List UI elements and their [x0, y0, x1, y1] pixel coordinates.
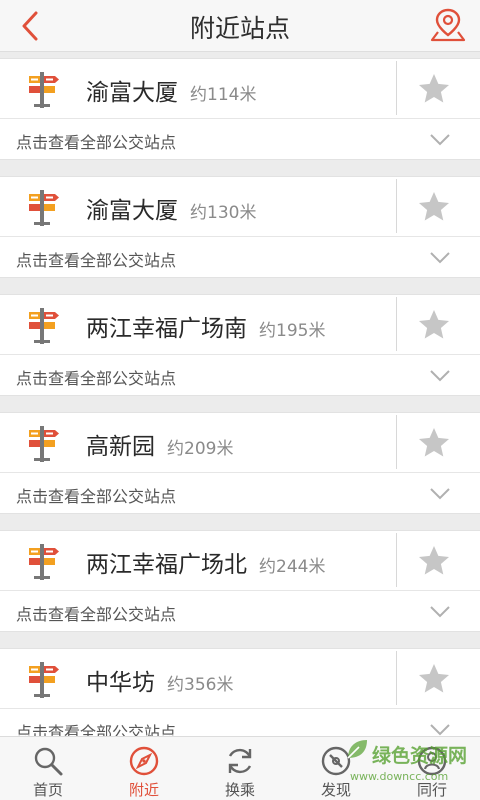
- bus-stop-sign-icon: [29, 544, 59, 580]
- stop-card: 两江幸福广场南 约195米点击查看全部公交站点: [0, 294, 480, 396]
- stop-card: 两江幸福广场北 约244米点击查看全部公交站点: [0, 530, 480, 632]
- view-all-stops-row[interactable]: 点击查看全部公交站点: [0, 237, 480, 277]
- stop-row[interactable]: 高新园 约209米: [0, 413, 480, 473]
- stop-name: 中华坊 约356米: [86, 670, 234, 696]
- stop-card: 渝富大厦 约114米点击查看全部公交站点: [0, 58, 480, 160]
- stop-name: 渝富大厦 约114米: [86, 80, 257, 106]
- leaf-icon: [347, 740, 367, 759]
- stop-row[interactable]: 渝富大厦 约130米: [0, 177, 480, 237]
- stop-distance: 约356米: [167, 675, 234, 695]
- tab-compass[interactable]: 附近: [96, 737, 192, 800]
- tab-refresh[interactable]: 换乘: [192, 737, 288, 800]
- header-bar: 附近站点: [0, 0, 480, 52]
- view-all-stops-row[interactable]: 点击查看全部公交站点: [0, 709, 480, 736]
- stop-row[interactable]: 中华坊 约356米: [0, 649, 480, 709]
- view-all-stops-row[interactable]: 点击查看全部公交站点: [0, 119, 480, 159]
- stop-card: 高新园 约209米点击查看全部公交站点: [0, 412, 480, 514]
- star-icon[interactable]: [416, 189, 452, 225]
- chevron-down-icon[interactable]: [428, 129, 452, 149]
- view-all-stops-label: 点击查看全部公交站点: [16, 487, 177, 506]
- chevron-down-icon[interactable]: [428, 483, 452, 503]
- stop-name: 渝富大厦 约130米: [86, 198, 257, 224]
- tab-label: 附近: [128, 781, 159, 799]
- stop-name: 两江幸福广场北 约244米: [86, 552, 326, 578]
- star-icon[interactable]: [416, 425, 452, 461]
- bus-stop-sign-icon: [29, 190, 59, 226]
- tab-label: 换乘: [224, 781, 255, 799]
- stop-row[interactable]: 渝富大厦 约114米: [0, 59, 480, 119]
- compass-icon: [129, 746, 159, 776]
- star-icon[interactable]: [416, 71, 452, 107]
- chevron-down-icon[interactable]: [428, 719, 452, 736]
- view-all-stops-label: 点击查看全部公交站点: [16, 133, 177, 152]
- view-all-stops-label: 点击查看全部公交站点: [16, 605, 177, 624]
- chevron-down-icon[interactable]: [428, 601, 452, 621]
- view-all-stops-label: 点击查看全部公交站点: [16, 723, 177, 736]
- stop-distance: 约114米: [190, 85, 257, 105]
- stop-row[interactable]: 两江幸福广场北 约244米: [0, 531, 480, 591]
- divider: [396, 415, 397, 469]
- search-icon: [34, 747, 63, 776]
- stop-name: 两江幸福广场南 约195米: [86, 316, 326, 342]
- star-icon[interactable]: [416, 661, 452, 697]
- stop-distance: 约195米: [259, 321, 326, 341]
- bus-stop-sign-icon: [29, 662, 59, 698]
- divider: [396, 297, 397, 351]
- divider: [396, 61, 397, 115]
- tab-search[interactable]: 首页: [0, 737, 96, 800]
- stop-distance: 约244米: [259, 557, 326, 577]
- divider: [396, 651, 397, 705]
- stop-card: 渝富大厦 约130米点击查看全部公交站点: [0, 176, 480, 278]
- view-all-stops-row[interactable]: 点击查看全部公交站点: [0, 355, 480, 395]
- star-icon[interactable]: [416, 307, 452, 343]
- view-all-stops-row[interactable]: 点击查看全部公交站点: [0, 591, 480, 631]
- tab-label: 首页: [32, 781, 63, 799]
- stop-distance: 约209米: [167, 439, 234, 459]
- divider: [396, 533, 397, 587]
- view-all-stops-row[interactable]: 点击查看全部公交站点: [0, 473, 480, 513]
- refresh-icon: [228, 748, 252, 774]
- page-title: 附近站点: [189, 14, 290, 43]
- chevron-down-icon[interactable]: [428, 365, 452, 385]
- stop-distance: 约130米: [190, 203, 257, 223]
- map-pin-icon[interactable]: [430, 6, 466, 44]
- divider: [396, 179, 397, 233]
- stop-row[interactable]: 两江幸福广场南 约195米: [0, 295, 480, 355]
- star-icon[interactable]: [416, 543, 452, 579]
- watermark-url: www.downcc.com: [350, 770, 449, 783]
- stop-name: 高新园 约209米: [86, 434, 234, 460]
- stop-card: 中华坊 约356米点击查看全部公交站点: [0, 648, 480, 736]
- view-all-stops-label: 点击查看全部公交站点: [16, 369, 177, 388]
- view-all-stops-label: 点击查看全部公交站点: [16, 251, 177, 270]
- bus-stop-sign-icon: [29, 308, 59, 344]
- bus-stop-sign-icon: [29, 72, 59, 108]
- bus-stop-sign-icon: [29, 426, 59, 462]
- watermark-title: 绿色资源网: [372, 745, 468, 767]
- chevron-down-icon[interactable]: [428, 247, 452, 267]
- stop-list: 渝富大厦 约114米 点击查看全部公交站点 渝富大厦 约130米 点击查看全部公交站点 两江…: [0, 58, 480, 736]
